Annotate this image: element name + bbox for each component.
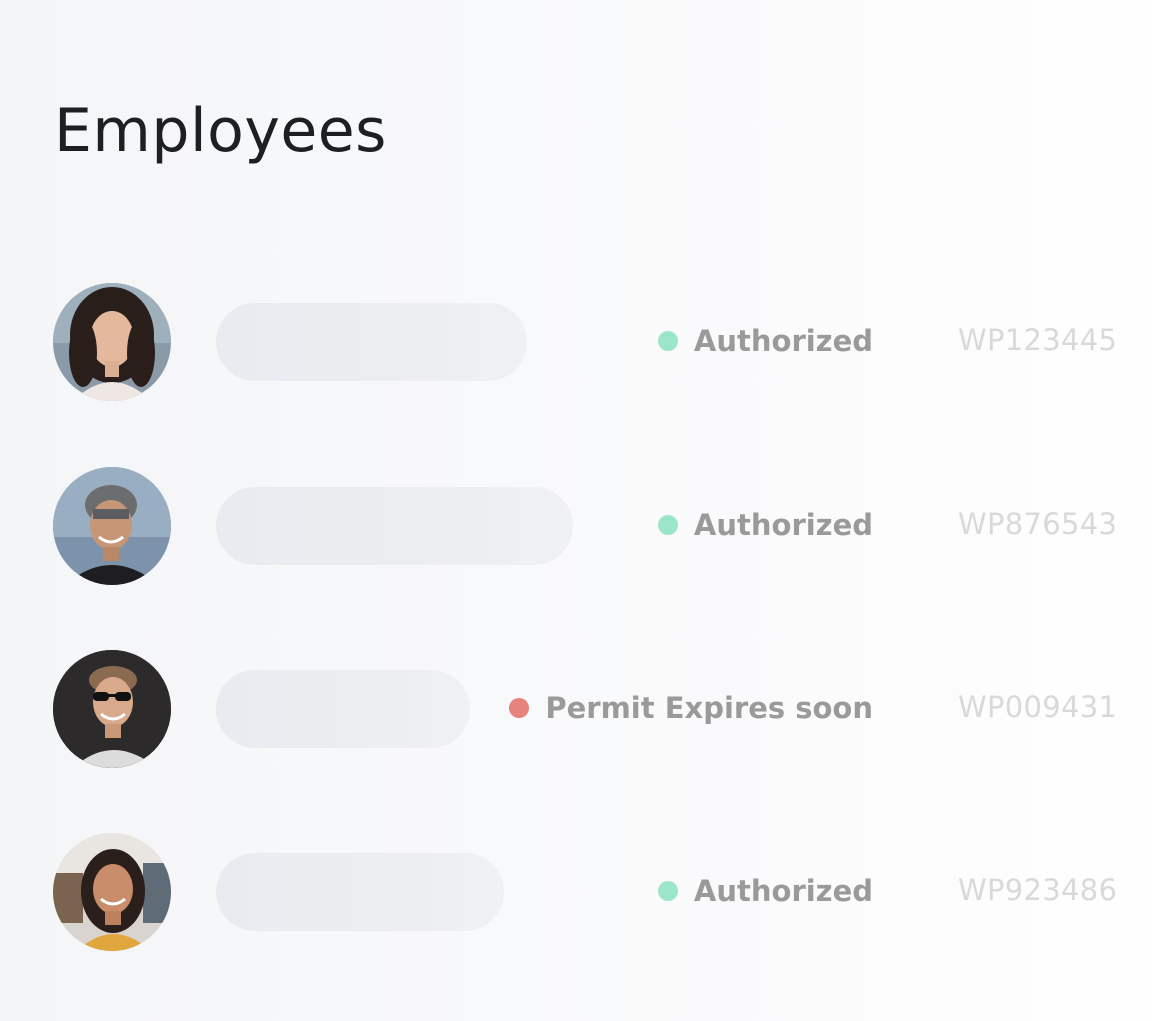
avatar xyxy=(53,650,171,768)
status: Permit Expires soon xyxy=(509,688,873,728)
status-dot-icon xyxy=(509,698,530,718)
avatar xyxy=(53,467,171,585)
name-placeholder xyxy=(216,303,527,381)
status-text: Authorized xyxy=(693,324,873,358)
page-title: Employees xyxy=(54,96,387,166)
avatar xyxy=(53,283,171,401)
status-text: Authorized xyxy=(693,508,873,542)
status: Authorized xyxy=(657,505,873,545)
status-dot-icon xyxy=(657,881,678,901)
employee-row[interactable]: Authorized WP876543 xyxy=(0,467,1175,587)
employee-row[interactable]: Permit Expires soon WP009431 xyxy=(0,650,1175,770)
status: Authorized xyxy=(657,871,873,911)
employee-row[interactable]: Authorized WP123445 xyxy=(0,283,1175,403)
status-text: Authorized xyxy=(693,874,873,908)
permit-number: WP923486 xyxy=(958,873,1118,907)
status-dot-icon xyxy=(657,515,678,535)
status: Authorized xyxy=(657,321,873,361)
employees-panel: Employees Authorized WP123445 Authorized… xyxy=(0,0,1175,1021)
name-placeholder xyxy=(216,487,573,565)
name-placeholder xyxy=(216,670,470,748)
permit-number: WP123445 xyxy=(958,323,1118,357)
status-dot-icon xyxy=(657,331,678,351)
permit-number: WP876543 xyxy=(958,507,1118,541)
permit-number: WP009431 xyxy=(958,690,1118,724)
employee-row[interactable]: Authorized WP923486 xyxy=(0,833,1175,953)
status-text: Permit Expires soon xyxy=(545,691,873,725)
avatar xyxy=(53,833,171,951)
name-placeholder xyxy=(216,853,504,931)
